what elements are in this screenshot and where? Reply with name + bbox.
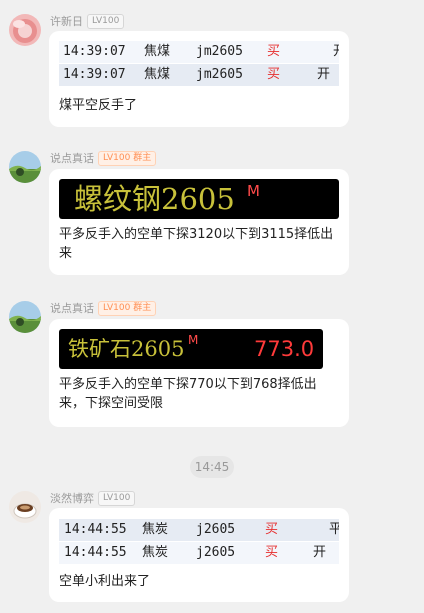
trade-side: 买 [265,545,279,560]
message-bubble[interactable]: 铁矿石2605 M 773.0 平多反手入的空单下探770以下到768择低出来，… [49,319,349,427]
level-text: LV100 [103,152,131,163]
sender-info: 说点真话 LV100 群主 [50,300,157,316]
trade-table: 14:39:07 焦煤 jm2605 买 开 14:39:07 焦煤 jm260… [59,40,339,86]
sender-name[interactable]: 说点真话 [50,150,94,166]
message-bubble[interactable]: 14:44:55 焦炭 j2605 买 平 14:44:55 焦炭 j2605 … [49,508,349,602]
role-text: 群主 [133,152,152,163]
sender-name[interactable]: 许新日 [50,13,83,29]
trade-name: 焦煤 [144,44,171,59]
owner-badge: LV100 群主 [98,150,157,166]
level-text: LV100 [103,302,131,313]
trade-code: j2605 [196,545,236,560]
avatar[interactable] [9,491,41,523]
role-text: 群主 [133,302,152,313]
quote-price: 773.0 [254,337,315,361]
message-text: 平多反手入的空单下探770以下到768择低出来，下探空间受限 [59,377,317,411]
sender-name[interactable]: 说点真话 [50,300,94,316]
trade-action: 开 [313,545,327,560]
quote-mark: M [188,333,199,347]
quote-card: 螺纹钢2605 M [59,179,339,219]
trade-side: 买 [267,67,281,82]
trade-name: 焦煤 [144,67,171,82]
message-text: 平多反手入的空单下探3120以下到3115择低出来 [59,227,334,261]
message-text: 煤平空反手了 [59,98,138,113]
table-row: 14:44:55 焦炭 j2605 买 开 [59,542,339,564]
quote-mark: M [247,182,260,200]
table-row: 14:44:55 焦炭 j2605 买 平 [59,519,339,541]
message-bubble[interactable]: 14:39:07 焦煤 jm2605 买 开 14:39:07 焦煤 jm260… [49,31,349,127]
trade-action: 开 [317,67,331,82]
avatar[interactable] [9,301,41,333]
trade-name: 焦炭 [142,522,169,537]
time-divider: 14:45 [190,456,234,478]
avatar[interactable] [9,151,41,183]
level-badge: LV100 [98,490,136,506]
message-text: 空单小利出来了 [59,574,151,589]
trade-time: 14:44:55 [64,545,127,560]
quote-name: 铁矿石2605 [68,337,185,361]
trade-action: 开 [333,41,339,63]
trade-table: 14:44:55 焦炭 j2605 买 平 14:44:55 焦炭 j2605 … [59,518,339,564]
trade-time: 14:39:07 [63,44,126,59]
sender-info: 许新日 LV100 [50,13,125,29]
sender-info: 淡然博弈 LV100 [50,490,136,506]
trade-code: jm2605 [196,67,243,82]
trade-action: 平 [329,522,339,537]
trade-time: 14:39:07 [63,67,126,82]
level-badge: LV100 [87,13,125,29]
trade-code: jm2605 [196,44,243,59]
trade-side: 买 [265,522,279,537]
quote-name: 螺纹钢2605 [74,182,235,216]
trade-time: 14:44:55 [64,522,127,537]
table-row: 14:39:07 焦煤 jm2605 买 开 [59,64,339,86]
sender-name[interactable]: 淡然博弈 [50,490,94,506]
table-row: 14:39:07 焦煤 jm2605 买 开 [59,41,339,63]
trade-name: 焦炭 [142,545,169,560]
trade-side: 买 [267,44,281,59]
message-bubble[interactable]: 螺纹钢2605 M 平多反手入的空单下探3120以下到3115择低出来 [49,169,349,275]
trade-code: j2605 [196,522,236,537]
quote-card: 铁矿石2605 M 773.0 [59,329,323,369]
sender-info: 说点真话 LV100 群主 [50,150,157,166]
avatar[interactable] [9,14,41,46]
owner-badge: LV100 群主 [98,300,157,316]
